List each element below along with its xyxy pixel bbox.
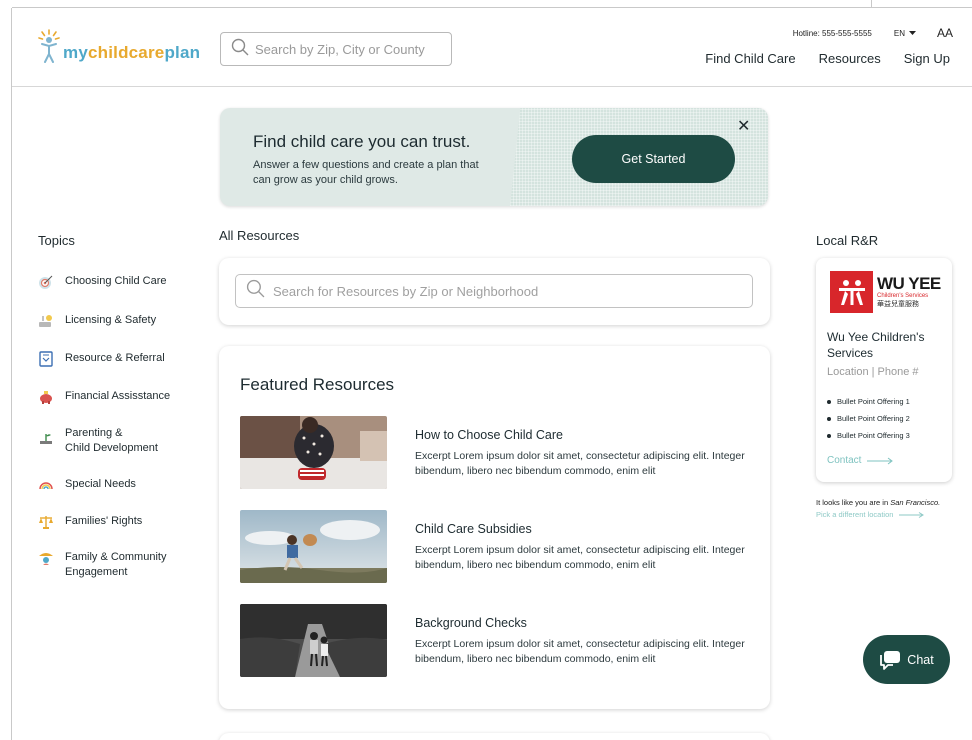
chevron-down-icon [908, 31, 916, 35]
topic-label: Resource & Referral [65, 352, 165, 364]
resource-search-card [219, 258, 770, 325]
utility-bar: Hotline: 555-555-5555 EN AA [793, 26, 953, 40]
article-title[interactable]: How to Choose Child Care [415, 428, 563, 442]
topic-label: Financial Assisstance [65, 390, 171, 402]
chat-label: Chat [907, 652, 934, 667]
language-selector[interactable]: EN [894, 29, 917, 38]
local-offerings-list: Bullet Point Offering 1 Bullet Point Off… [827, 393, 910, 444]
change-location-link[interactable]: Pick a different location [816, 510, 925, 519]
location-search[interactable] [220, 32, 452, 66]
arrow-right-icon [899, 511, 925, 518]
nav-sign-up[interactable]: Sign Up [904, 51, 950, 66]
wu-yee-logo-mark [830, 271, 873, 313]
topic-special-needs[interactable]: Special Needs [38, 477, 136, 493]
article-photo-child-on-bed[interactable] [240, 416, 387, 489]
article-excerpt: Excerpt Lorem ipsum dolor sit amet, cons… [415, 450, 745, 477]
offering-item: Bullet Point Offering 2 [827, 410, 910, 427]
topic-label: Family & Community Engagement [65, 551, 167, 578]
topic-parenting-child-development[interactable]: Parenting & Child Development [38, 426, 158, 456]
all-resources-heading: All Resources [219, 228, 300, 243]
topic-families-rights[interactable]: Families' Rights [38, 514, 142, 530]
site-logo[interactable]: mychildcareplan [38, 29, 200, 63]
topic-resource-referral[interactable]: Resource & Referral [38, 351, 165, 367]
topic-label: Families' Rights [65, 515, 143, 527]
promo-banner: Find child care you can trust. Answer a … [220, 108, 768, 206]
resource-search[interactable] [235, 274, 753, 308]
local-org-name: Wu Yee Children's Services [827, 330, 925, 360]
wu-yee-logo-subtitle: Children's Services [877, 293, 929, 299]
piggy-bank-icon [38, 389, 54, 405]
nav-resources[interactable]: Resources [819, 51, 881, 66]
article-excerpt: Excerpt Lorem ipsum dolor sit amet, cons… [415, 638, 745, 665]
text-size-button[interactable]: AA [937, 26, 953, 40]
hotline-text[interactable]: Hotline: 555-555-5555 [793, 29, 872, 38]
resource-search-input[interactable] [273, 283, 733, 299]
topic-label: Choosing Child Care [65, 275, 167, 287]
banner-text: Answer a few questions and create a plan… [253, 159, 479, 186]
article-item[interactable]: Child Care Subsidies Excerpt Lorem ipsum… [240, 510, 760, 584]
window-top-edge [12, 0, 972, 8]
wu-yee-logo: WU YEE Children's Services 華益兒童服務 [830, 271, 941, 313]
chat-button[interactable]: Chat [863, 635, 950, 684]
local-rr-card: WU YEE Children's Services 華益兒童服務 Wu Yee… [816, 258, 952, 482]
local-org-location: Location | Phone # [827, 366, 919, 378]
article-item[interactable]: How to Choose Child Care Excerpt Lorem i… [240, 416, 760, 490]
scales-icon [38, 514, 54, 530]
wu-yee-logo-chinese: 華益兒童服務 [877, 301, 919, 308]
contact-link[interactable]: Contact [827, 455, 894, 466]
search-icon [231, 38, 249, 61]
article-item[interactable]: Background Checks Excerpt Lorem ipsum do… [240, 604, 760, 678]
change-location-label: Pick a different location [816, 510, 894, 519]
article-photo-children-walking[interactable] [240, 604, 387, 677]
location-notice-text: It looks like you are in [816, 498, 891, 507]
chat-bubble-icon [879, 650, 901, 670]
topic-label: Special Needs [65, 478, 136, 490]
featured-resources-heading: Featured Resources [240, 375, 395, 394]
topic-financial-assistance[interactable]: Financial Assisstance [38, 389, 170, 405]
nav-find-child-care[interactable]: Find Child Care [705, 51, 795, 66]
plant-icon [38, 430, 54, 446]
wu-yee-logo-text: WU YEE [877, 274, 941, 293]
location-city: San Francisco. [890, 498, 941, 507]
rainbow-icon [38, 477, 54, 493]
arrow-right-icon [867, 457, 894, 464]
topic-choosing-child-care[interactable]: Choosing Child Care [38, 274, 167, 290]
target-icon [38, 274, 54, 290]
next-section-card [219, 733, 770, 740]
topics-heading: Topics [38, 233, 75, 248]
banner-title: Find child care you can trust. [253, 132, 471, 151]
close-icon[interactable]: ✕ [737, 116, 750, 136]
topic-licensing-safety[interactable]: Licensing & Safety [38, 313, 156, 329]
logo-wordmark: mychildcareplan [63, 43, 201, 62]
featured-resources-card: Featured Resources How to Choose Child C… [219, 346, 770, 709]
location-search-input[interactable] [255, 41, 445, 57]
topic-label: Licensing & Safety [65, 314, 157, 326]
article-excerpt: Excerpt Lorem ipsum dolor sit amet, cons… [415, 544, 745, 571]
site-header: mychildcareplan Hotline: 555-555-5555 EN… [12, 9, 972, 87]
contact-label: Contact [827, 455, 862, 466]
offering-item: Bullet Point Offering 1 [827, 393, 910, 410]
main-nav: Find Child Care Resources Sign Up [682, 51, 950, 66]
window-left-edge [11, 8, 12, 740]
logo-person-icon [38, 29, 60, 63]
offering-item: Bullet Point Offering 3 [827, 427, 910, 444]
license-icon [38, 313, 54, 329]
location-notice: It looks like you are in San Francisco. [816, 498, 940, 507]
topic-family-community-engagement[interactable]: Family & Community Engagement [38, 550, 166, 580]
local-rr-heading: Local R&R [816, 233, 879, 248]
get-started-button[interactable]: Get Started [572, 135, 735, 183]
article-title[interactable]: Background Checks [415, 616, 527, 630]
article-title[interactable]: Child Care Subsidies [415, 522, 532, 536]
topic-label: Parenting & Child Development [65, 427, 158, 454]
community-icon [38, 550, 54, 566]
language-label: EN [893, 28, 905, 38]
search-icon [246, 279, 265, 303]
article-photo-child-running[interactable] [240, 510, 387, 583]
referral-icon [38, 351, 54, 367]
